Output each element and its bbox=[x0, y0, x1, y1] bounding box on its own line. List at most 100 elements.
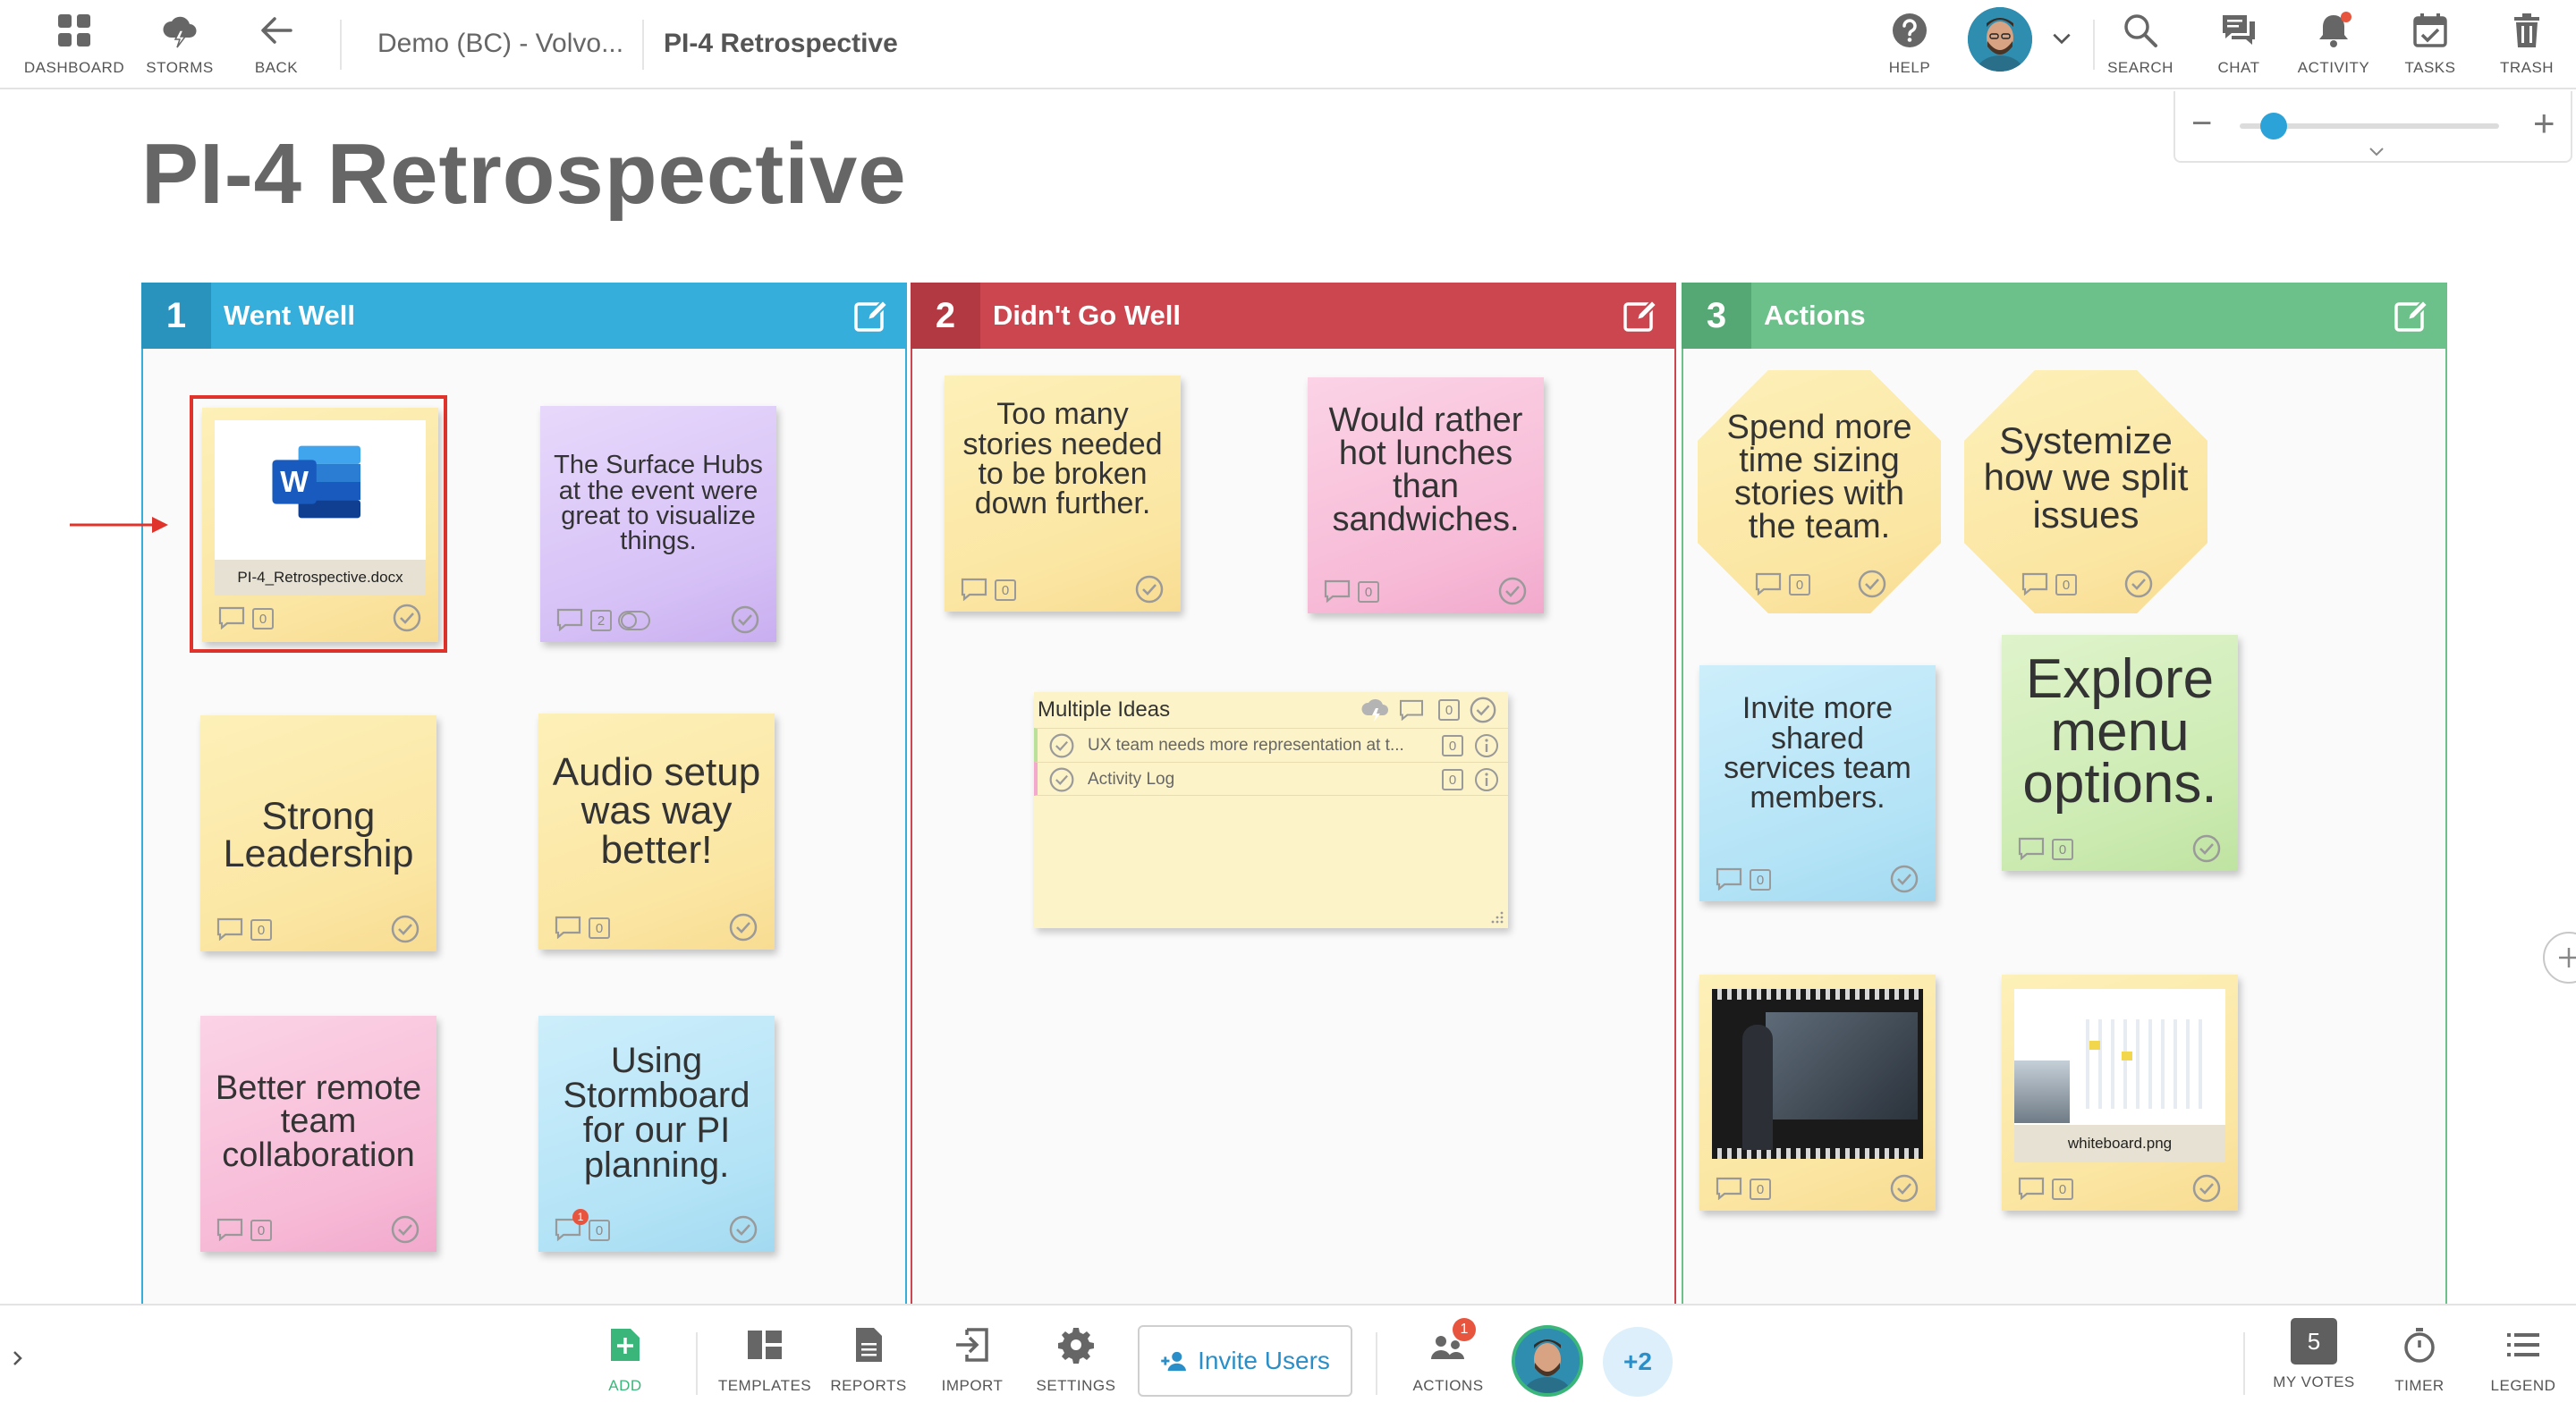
check-circle-icon[interactable] bbox=[728, 1214, 758, 1245]
comment-count: 0 bbox=[1358, 581, 1379, 603]
comment-icon[interactable] bbox=[1399, 699, 1424, 721]
note-audio-setup[interactable]: Audio setup was way better! 0 bbox=[538, 714, 775, 950]
check-circle-icon[interactable] bbox=[1469, 696, 1497, 724]
note-invite-more[interactable]: Invite more shared services team members… bbox=[1699, 665, 1936, 901]
add-section-icon[interactable] bbox=[2538, 930, 2576, 985]
note-too-many-stories[interactable]: Too many stories needed to be broken dow… bbox=[945, 376, 1181, 612]
check-circle-icon[interactable] bbox=[1134, 574, 1165, 604]
my-votes-button[interactable]: 5 MY VOTES bbox=[2265, 1318, 2363, 1400]
timer-button[interactable]: TIMER bbox=[2370, 1323, 2469, 1406]
dashboard-button[interactable]: DASHBOARD bbox=[24, 7, 124, 82]
film-strip bbox=[1712, 989, 1923, 1000]
edit-icon[interactable] bbox=[852, 296, 891, 335]
calendar-check-icon bbox=[2413, 13, 2447, 47]
note-better-remote[interactable]: Better remote team collaboration 0 bbox=[200, 1016, 436, 1252]
import-button[interactable]: IMPORT bbox=[923, 1323, 1021, 1406]
check-circle-icon[interactable] bbox=[730, 604, 760, 635]
check-circle-icon[interactable] bbox=[2123, 569, 2154, 599]
activity-button[interactable]: ACTIVITY bbox=[2284, 7, 2383, 82]
image-preview[interactable]: whiteboard.png bbox=[2014, 989, 2225, 1162]
comment-icon[interactable] bbox=[961, 578, 987, 601]
legend-button[interactable]: LEGEND bbox=[2474, 1323, 2572, 1406]
note-explore-menu[interactable]: Explore menu options. 0 bbox=[2002, 635, 2238, 871]
comment-count: 0 bbox=[2052, 839, 2073, 860]
chevron-right-icon[interactable] bbox=[9, 1347, 27, 1370]
check-circle-icon[interactable] bbox=[1857, 569, 1887, 599]
zoom-in-button[interactable]: + bbox=[2533, 102, 2555, 145]
toggle-icon[interactable] bbox=[617, 610, 651, 631]
reports-button[interactable]: REPORTS bbox=[819, 1323, 918, 1406]
note-text: The Surface Hubs at the event were great… bbox=[554, 451, 763, 556]
word-document-icon: W bbox=[272, 445, 361, 519]
check-circle-icon[interactable] bbox=[1048, 766, 1075, 793]
note-spend-more-time[interactable]: Spend more time sizing stories with the … bbox=[1698, 370, 1941, 613]
storms-button[interactable]: STORMS bbox=[131, 7, 229, 82]
multiple-ideas-card[interactable]: Multiple Ideas 0 UX team needs more repr… bbox=[1034, 692, 1508, 928]
timer-label: TIMER bbox=[2394, 1377, 2445, 1394]
comment-icon[interactable] bbox=[218, 606, 245, 629]
list-item[interactable]: Activity Log 0 bbox=[1034, 762, 1508, 796]
more-users-button[interactable]: +2 bbox=[1603, 1327, 1673, 1397]
chat-button[interactable]: CHAT bbox=[2190, 7, 2288, 82]
collapse-chevron-icon[interactable] bbox=[2354, 141, 2399, 161]
check-circle-icon[interactable] bbox=[392, 603, 422, 633]
settings-button[interactable]: SETTINGS bbox=[1027, 1323, 1125, 1406]
info-icon[interactable] bbox=[1474, 733, 1499, 758]
add-button[interactable]: ADD bbox=[576, 1323, 674, 1406]
search-button[interactable]: SEARCH bbox=[2091, 7, 2190, 82]
gear-icon bbox=[1058, 1328, 1094, 1364]
comment-icon[interactable] bbox=[1755, 572, 1782, 596]
file-note-docx[interactable]: W PI-4_Retrospective.docx 0 bbox=[202, 408, 438, 642]
comment-icon[interactable] bbox=[556, 608, 583, 631]
note-strong-leadership[interactable]: Strong Leadership 0 bbox=[200, 715, 436, 951]
check-circle-icon[interactable] bbox=[2191, 833, 2222, 864]
check-circle-icon[interactable] bbox=[2191, 1173, 2222, 1204]
help-button[interactable]: HELP bbox=[1860, 7, 1959, 82]
edit-icon[interactable] bbox=[1621, 296, 1660, 335]
breadcrumb-parent[interactable]: Demo (BC) - Volvo... bbox=[377, 29, 623, 59]
check-circle-icon[interactable] bbox=[390, 914, 420, 944]
note-hot-lunches[interactable]: Would rather hot lunches than sandwiches… bbox=[1308, 377, 1544, 613]
toolbar-divider bbox=[1376, 1332, 1377, 1395]
comment-icon[interactable] bbox=[2021, 572, 2048, 596]
user-avatar[interactable] bbox=[1512, 1325, 1583, 1397]
actions-button[interactable]: 1 ACTIONS bbox=[1399, 1318, 1497, 1406]
edit-icon[interactable] bbox=[2392, 296, 2431, 335]
video-thumbnail[interactable] bbox=[1712, 989, 1923, 1159]
zoom-slider-thumb[interactable] bbox=[2259, 113, 2287, 139]
video-note[interactable]: 0 bbox=[1699, 975, 1936, 1211]
storm-cloud-icon[interactable] bbox=[1360, 696, 1392, 722]
info-icon[interactable] bbox=[1474, 767, 1499, 792]
comment-icon[interactable] bbox=[2018, 837, 2045, 860]
check-circle-icon[interactable] bbox=[1889, 864, 1919, 894]
zoom-out-button[interactable]: − bbox=[2191, 104, 2212, 144]
comment-icon[interactable] bbox=[1324, 579, 1351, 603]
comment-icon[interactable] bbox=[1716, 867, 1742, 891]
comment-icon[interactable] bbox=[216, 917, 243, 941]
note-surface-hubs[interactable]: The Surface Hubs at the event were great… bbox=[540, 406, 776, 642]
check-circle-icon[interactable] bbox=[390, 1214, 420, 1245]
trash-button[interactable]: TRASH bbox=[2478, 7, 2576, 82]
section-number: 2 bbox=[911, 283, 980, 349]
image-note-whiteboard[interactable]: whiteboard.png 0 bbox=[2002, 975, 2238, 1211]
whiteboard-sticky bbox=[2089, 1041, 2100, 1050]
note-systemize[interactable]: Systemize how we split issues 0 bbox=[1964, 370, 2207, 613]
check-circle-icon[interactable] bbox=[1048, 732, 1075, 759]
templates-button[interactable]: TEMPLATES bbox=[716, 1323, 814, 1406]
invite-users-button[interactable]: Invite Users bbox=[1138, 1325, 1352, 1397]
comment-icon[interactable] bbox=[216, 1218, 243, 1241]
resize-handle-icon[interactable] bbox=[1490, 910, 1504, 925]
check-circle-icon[interactable] bbox=[1497, 576, 1528, 606]
check-circle-icon[interactable] bbox=[1889, 1173, 1919, 1204]
chevron-down-icon[interactable] bbox=[2050, 27, 2073, 50]
tasks-button[interactable]: TASKS bbox=[2381, 7, 2479, 82]
section-number: 3 bbox=[1682, 283, 1751, 349]
note-using-stormboard[interactable]: Using Stormboard for our PI planning. 1 … bbox=[538, 1016, 775, 1252]
user-avatar[interactable] bbox=[1968, 7, 2032, 72]
list-item[interactable]: UX team needs more representation at t..… bbox=[1034, 728, 1508, 762]
check-circle-icon[interactable] bbox=[728, 912, 758, 942]
comment-icon[interactable] bbox=[2018, 1177, 2045, 1200]
back-button[interactable]: BACK bbox=[227, 7, 326, 82]
comment-icon[interactable] bbox=[1716, 1177, 1742, 1200]
comment-icon[interactable] bbox=[555, 916, 581, 939]
